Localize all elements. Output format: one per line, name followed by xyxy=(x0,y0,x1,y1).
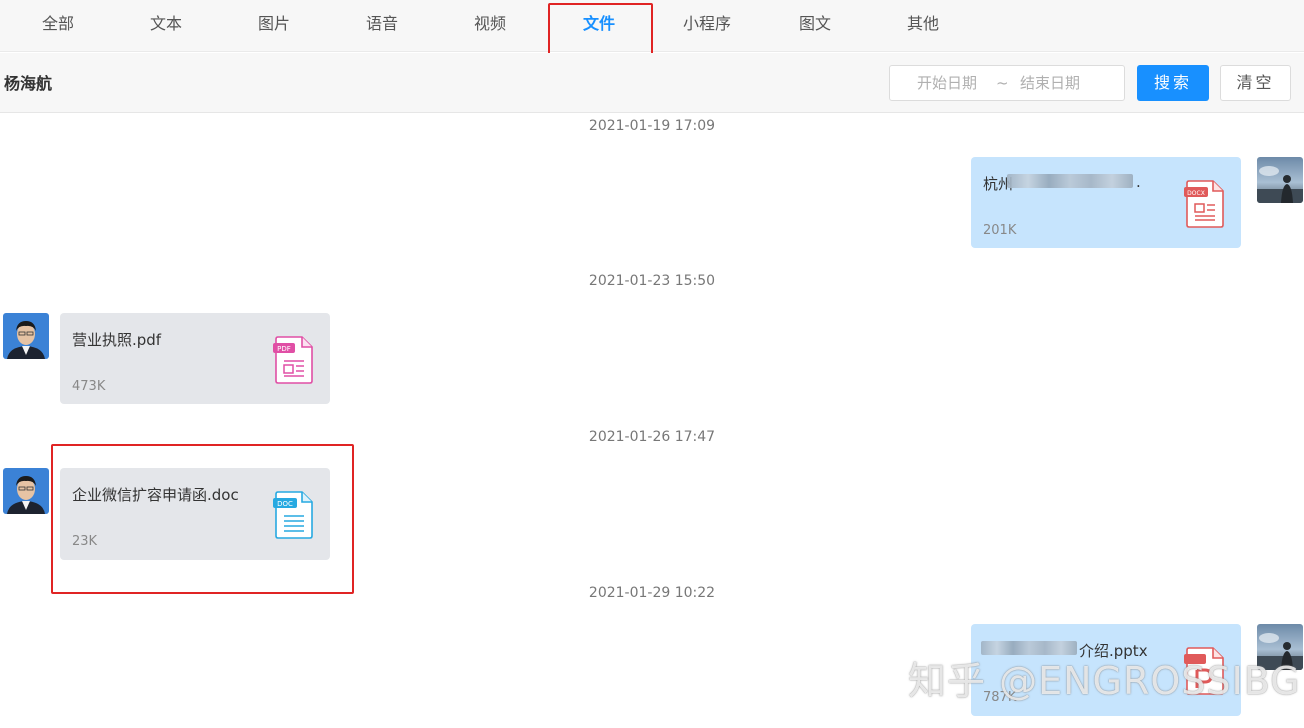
tab-text[interactable]: 文本 xyxy=(116,0,216,50)
tab-all[interactable]: 全部 xyxy=(8,0,108,50)
message-timestamp: 2021-01-26 17:47 xyxy=(588,429,716,445)
date-range-picker[interactable]: 开始日期 ~ 结束日期 xyxy=(889,65,1125,101)
svg-text:DOCX: DOCX xyxy=(1187,190,1205,197)
search-button[interactable]: 搜索 xyxy=(1137,65,1209,101)
docx-file-icon: DOCX xyxy=(1184,180,1224,228)
message-timestamp: 2021-01-29 10:22 xyxy=(588,585,716,601)
self-avatar[interactable] xyxy=(1257,157,1303,203)
file-name: 营业执照.pdf xyxy=(72,331,162,349)
redacted-filename xyxy=(1007,174,1133,188)
toolbar: 杨海航 开始日期 ~ 结束日期 搜索 清空 xyxy=(0,53,1304,113)
chat-archive-page: 全部 文本 图片 语音 视频 文件 小程序 图文 其他 杨海航 开始日期 ~ 结… xyxy=(0,0,1304,728)
contact-avatar[interactable] xyxy=(3,313,49,359)
date-separator: ~ xyxy=(996,74,1009,92)
clear-button[interactable]: 清空 xyxy=(1220,65,1291,101)
highlight-box-doc-file xyxy=(51,444,354,594)
tab-voice[interactable]: 语音 xyxy=(332,0,432,50)
watermark: 知乎 @ENGROSSIBG xyxy=(908,659,1301,703)
contact-name: 杨海航 xyxy=(4,74,53,93)
highlight-box-files-tab xyxy=(548,3,653,57)
file-size: 473K xyxy=(72,379,106,394)
svg-text:PDF: PDF xyxy=(277,345,291,353)
tab-video[interactable]: 视频 xyxy=(440,0,540,50)
file-message[interactable]: 杭州 . 201K DOCX xyxy=(971,157,1241,248)
message-timestamp: 2021-01-19 17:09 xyxy=(588,118,716,134)
message-timestamp: 2021-01-23 15:50 xyxy=(588,273,716,289)
tab-other[interactable]: 其他 xyxy=(873,0,973,50)
pdf-file-icon: PDF xyxy=(273,336,313,384)
tab-mini-programs[interactable]: 小程序 xyxy=(657,0,757,50)
end-date-input[interactable]: 结束日期 xyxy=(1020,66,1080,100)
start-date-input[interactable]: 开始日期 xyxy=(917,66,977,100)
tab-articles[interactable]: 图文 xyxy=(765,0,865,50)
file-size: 201K xyxy=(983,223,1017,238)
file-name-tail: . xyxy=(1136,173,1141,191)
tab-images[interactable]: 图片 xyxy=(224,0,324,50)
contact-avatar[interactable] xyxy=(3,468,49,514)
file-message[interactable]: 营业执照.pdf 473K PDF xyxy=(60,313,330,404)
